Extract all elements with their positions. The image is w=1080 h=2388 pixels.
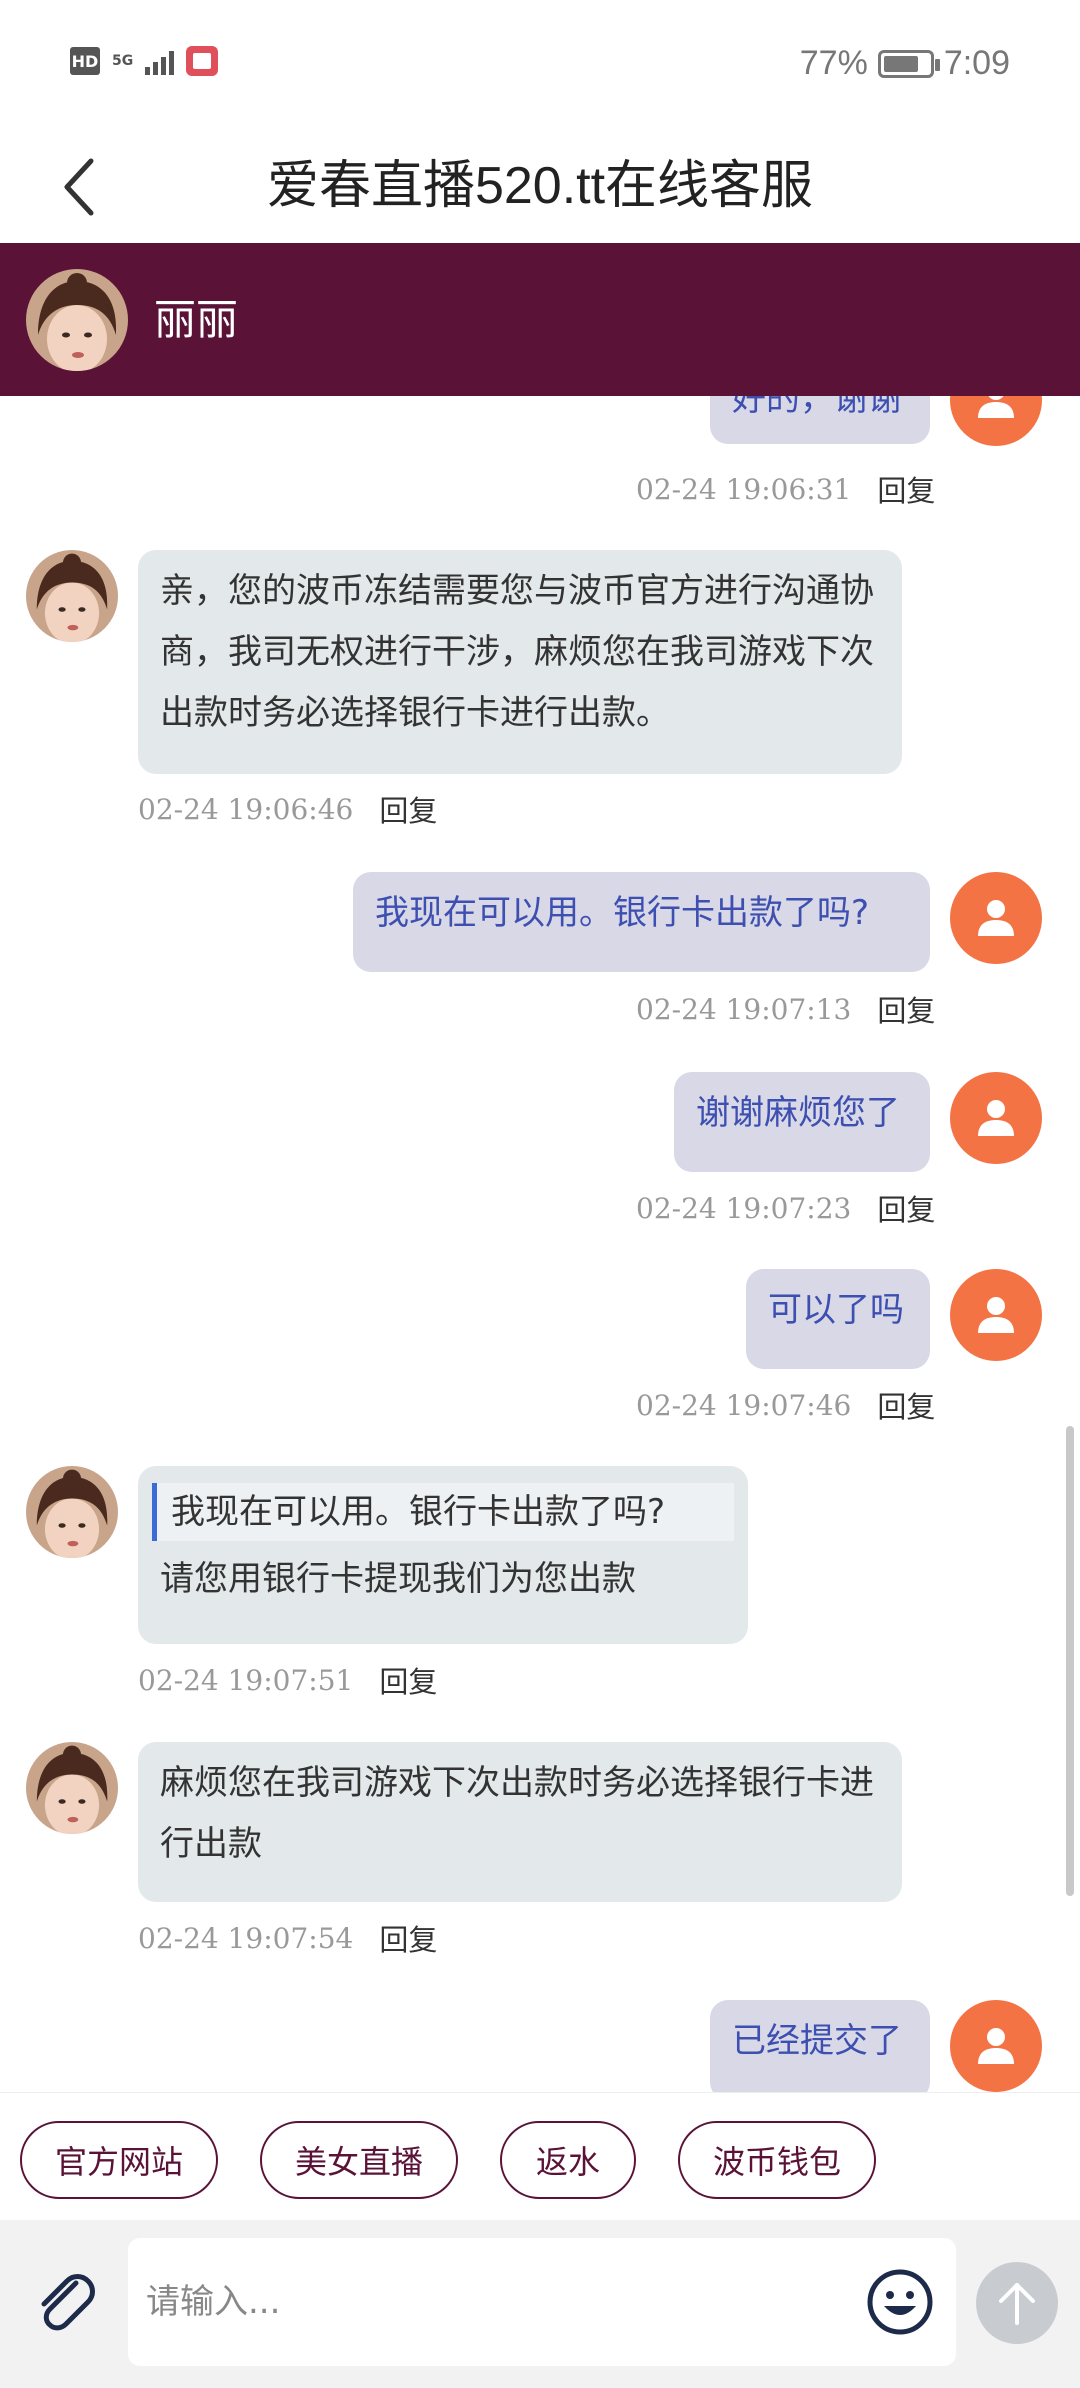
paperclip-icon: [41, 2274, 95, 2331]
quick-replies: 官方网站 美女直播 返水 波币钱包: [0, 2092, 1080, 2220]
message-input[interactable]: [146, 2238, 826, 2366]
message-bubble: 我现在可以用。银行卡出款了吗? 请您用银行卡提现我们为您出款: [138, 1466, 748, 1644]
user-avatar: [950, 1072, 1042, 1164]
reply-button[interactable]: 回复: [379, 1659, 437, 1701]
user-icon: [978, 1297, 1014, 1333]
agent-name: 丽丽: [154, 295, 239, 344]
quick-reply-live-stream[interactable]: 美女直播: [260, 2121, 458, 2199]
scrollbar[interactable]: [1066, 1426, 1074, 1896]
message-time: 02-24 19:07:23: [636, 1191, 852, 1225]
reply-button[interactable]: 回复: [379, 788, 437, 830]
message-meta: 02-24 19:07:51 回复: [138, 1659, 437, 1701]
notification-icon: [186, 46, 219, 76]
agent-avatar: [26, 1742, 118, 1834]
agent-avatar[interactable]: [26, 269, 128, 371]
back-button[interactable]: [44, 142, 114, 232]
title-bar: 爱春直播520.tt在线客服: [0, 130, 1080, 243]
reply-button[interactable]: 回复: [877, 988, 935, 1030]
user-avatar: [950, 396, 1042, 446]
message-bubble: 谢谢麻烦您了: [674, 1072, 930, 1172]
message-text: 请您用银行卡提现我们为您出款: [160, 1559, 636, 1599]
message-bubble: 亲，您的波币冻结需要您与波币官方进行沟通协商，我司无权进行干涉，麻烦您在我司游戏…: [138, 550, 902, 774]
attach-button[interactable]: [30, 2262, 100, 2342]
message-meta: 02-24 19:07:23 回复: [636, 1187, 935, 1229]
agent-avatar: [26, 1466, 118, 1558]
user-avatar: [950, 2000, 1042, 2092]
battery-icon: [877, 49, 940, 78]
signal-icon: [145, 47, 175, 75]
message-meta: 02-24 19:06:31 回复: [636, 468, 935, 510]
battery-percent: 77%: [799, 44, 868, 82]
user-icon: [978, 900, 1014, 936]
hd-badge: HD: [70, 47, 100, 75]
reply-button[interactable]: 回复: [877, 1187, 935, 1229]
message-meta: 02-24 19:07:54 回复: [138, 1917, 437, 1959]
message-bubble: 可以了吗: [746, 1269, 930, 1369]
message-bubble: 我现在可以用。银行卡出款了吗?: [353, 872, 930, 972]
user-avatar: [950, 1269, 1042, 1361]
chevron-left-icon: [64, 158, 94, 216]
message-meta: 02-24 19:07:13 回复: [636, 988, 935, 1030]
reply-button[interactable]: 回复: [877, 468, 935, 510]
network-type: 5G: [112, 53, 134, 69]
message-bubble: 麻烦您在我司游戏下次出款时务必选择银行卡进行出款: [138, 1742, 902, 1902]
message-time: 02-24 19:07:13: [636, 992, 852, 1026]
user-icon: [978, 2028, 1014, 2064]
status-left: HD 5G: [70, 46, 219, 76]
clock: 7:09: [943, 44, 1010, 82]
agent-avatar: [26, 550, 118, 642]
emoji-button[interactable]: [866, 2268, 934, 2336]
message-bubble: 好的，谢谢: [710, 396, 930, 444]
message-time: 02-24 19:07:54: [138, 1921, 354, 1955]
user-avatar: [950, 872, 1042, 964]
page-title: 爱春直播520.tt在线客服: [266, 157, 814, 215]
quick-reply-rebate[interactable]: 返水: [500, 2121, 636, 2199]
message-bubble: 已经提交了: [710, 2000, 930, 2092]
status-right: 77% 7:09: [800, 44, 1010, 83]
message-time: 02-24 19:06:46: [138, 792, 354, 826]
agent-header: 丽丽: [0, 243, 1080, 396]
message-meta: 02-24 19:07:46 回复: [636, 1384, 935, 1426]
arrow-up-icon: [999, 2283, 1035, 2325]
quoted-message: 我现在可以用。银行卡出款了吗?: [152, 1483, 734, 1541]
quick-reply-wallet[interactable]: 波币钱包: [678, 2121, 876, 2199]
input-box: [128, 2238, 956, 2366]
input-bar: [0, 2220, 1080, 2388]
message-meta: 02-24 19:06:46 回复: [138, 788, 437, 830]
user-icon: [978, 1100, 1014, 1136]
chat-messages[interactable]: 好的，谢谢 02-24 19:06:31 回复 亲，您的波币冻结需要您与波币官方…: [0, 396, 1080, 2092]
send-button[interactable]: [976, 2262, 1058, 2344]
emoji-icon: [867, 2269, 933, 2335]
message-time: 02-24 19:06:31: [636, 472, 852, 506]
status-bar: HD 5G 77% 7:09: [0, 0, 1080, 130]
reply-button[interactable]: 回复: [877, 1384, 935, 1426]
message-time: 02-24 19:07:51: [138, 1663, 354, 1697]
message-time: 02-24 19:07:46: [636, 1388, 852, 1422]
user-icon: [978, 396, 1014, 418]
reply-button[interactable]: 回复: [379, 1917, 437, 1959]
quick-reply-official-site[interactable]: 官方网站: [20, 2121, 218, 2199]
